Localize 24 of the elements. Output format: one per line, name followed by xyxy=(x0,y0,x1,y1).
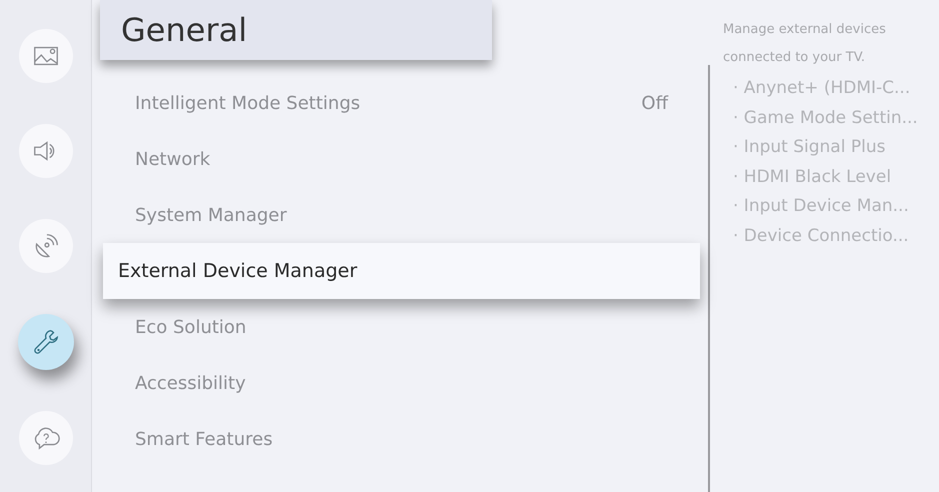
menu-item[interactable]: Intelligent Mode Settings Off xyxy=(103,75,700,131)
menu-item-label: Intelligent Mode Settings xyxy=(135,92,360,116)
menu-item[interactable]: Smart Features xyxy=(103,411,700,467)
sidebar-tab[interactable] xyxy=(18,314,74,370)
menu-item-label: External Device Manager xyxy=(118,258,358,284)
menu-item[interactable]: Accessibility xyxy=(103,355,700,411)
menu-item-label: Accessibility xyxy=(135,372,246,396)
menu-item[interactable]: External Device Manager xyxy=(103,243,700,299)
menu-item-label: Smart Features xyxy=(135,428,273,452)
menu-item-label: Eco Solution xyxy=(135,316,246,340)
feature-list-item: · Anynet+ (HDMI-C... xyxy=(733,77,912,100)
menu-item[interactable]: Eco Solution xyxy=(103,299,700,355)
menu-item[interactable]: Network xyxy=(103,131,700,187)
feature-list-item: · Game Mode Settin... xyxy=(733,106,919,130)
menu-item-value: Off xyxy=(641,92,668,116)
menu-item-label: Network xyxy=(135,148,210,172)
feature-list-item: · HDMI Black Level xyxy=(733,166,892,188)
description-text: Manage external devices connected to your TV. xyxy=(723,21,887,67)
menu-title: General xyxy=(100,0,492,60)
menu-item[interactable]: System Manager xyxy=(103,187,700,243)
feature-list-item: · Input Device Man... xyxy=(733,195,910,218)
feature-list-item: · Input Signal Plus xyxy=(733,136,886,159)
menu-item-label: System Manager xyxy=(135,204,287,228)
feature-list-item: · Device Connectio... xyxy=(733,224,910,248)
